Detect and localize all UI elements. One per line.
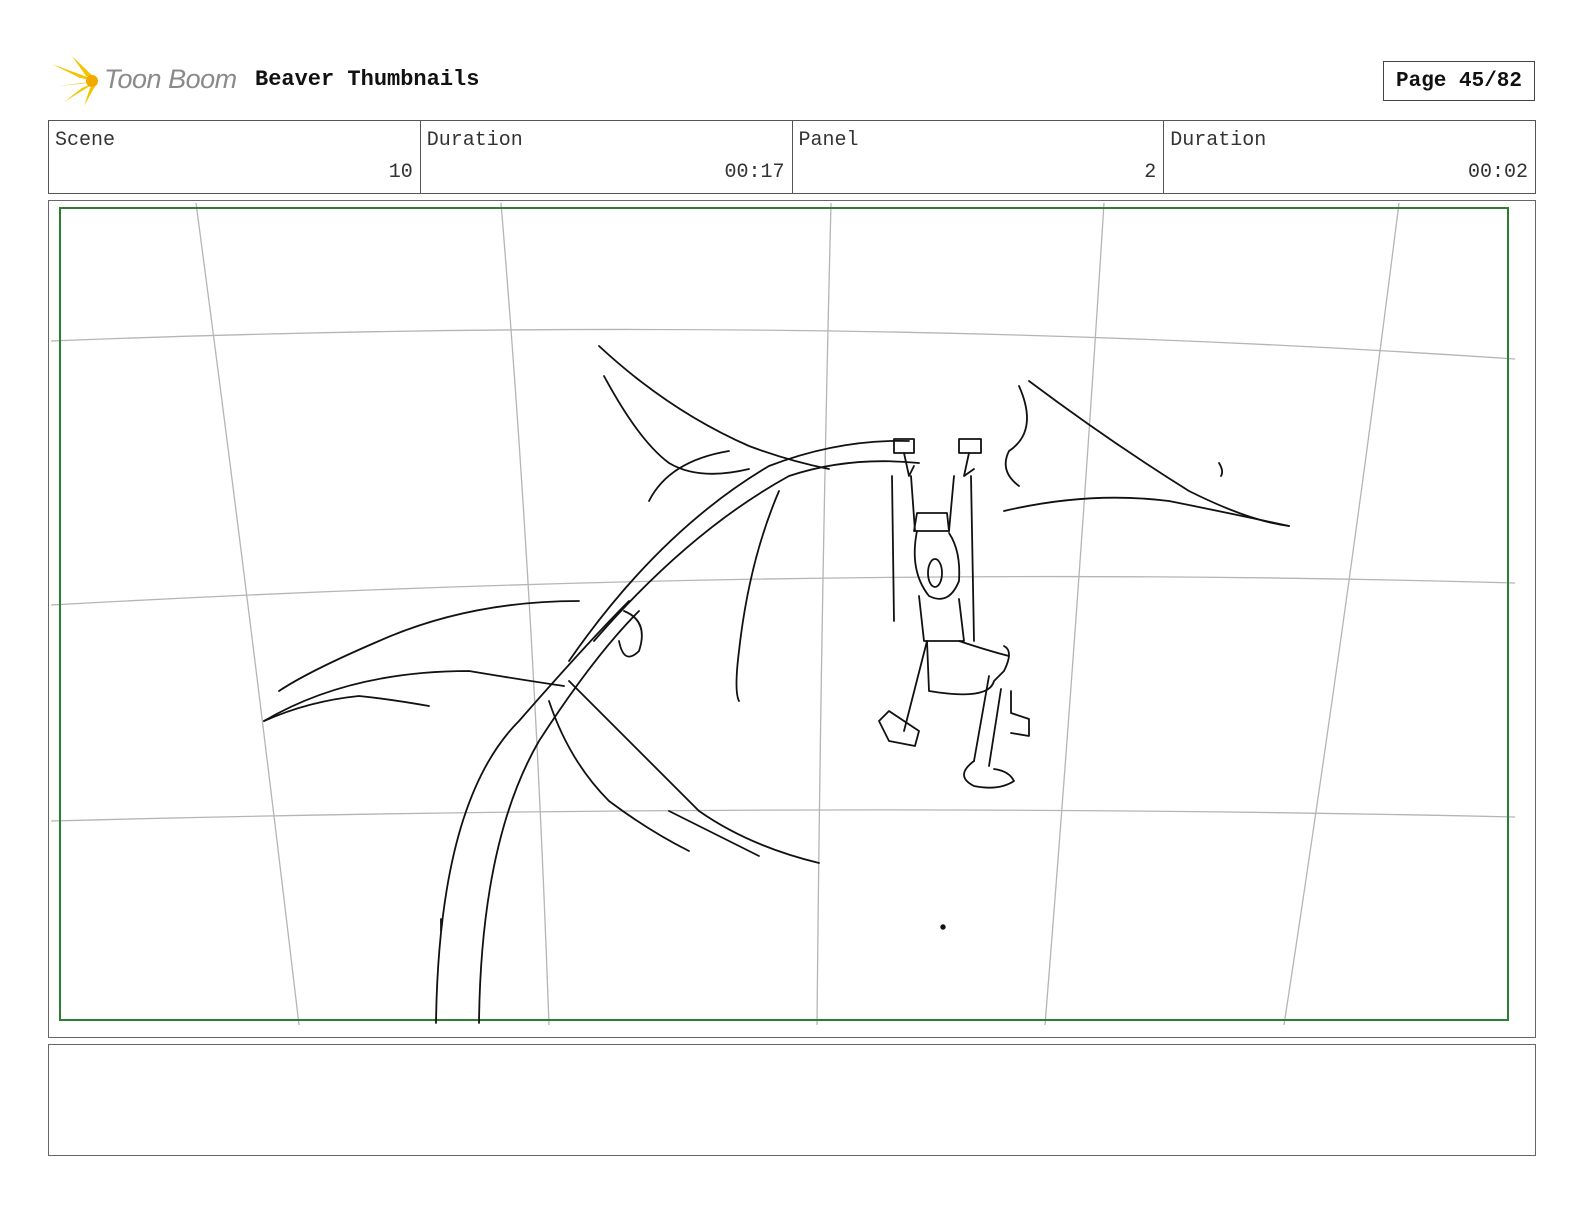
panel-duration-value: 00:02 [1467,161,1528,184]
perspective-grid [50,202,1516,1026]
brand-name: Toon Boom [104,64,237,94]
panel-sketch [50,202,1516,1026]
scene-value: 10 [388,161,413,184]
page-indicator: Page 45/82 [1383,61,1535,101]
panel-value: 2 [1144,161,1157,184]
panel-duration-cell: Duration 00:02 [1164,121,1535,193]
panel-duration-label: Duration [1170,129,1267,152]
scene-duration-cell: Duration 00:17 [421,121,793,193]
scene-cell: Scene 10 [49,121,421,193]
scene-duration-label: Duration [426,129,523,152]
panel-notes-box [48,1044,1536,1156]
scene-duration-value: 00:17 [724,161,785,184]
storyboard-panel [48,200,1536,1038]
panel-label: Panel [798,129,859,152]
sketch-drawing [263,345,1290,1024]
project-title: Beaver Thumbnails [255,67,480,92]
panel-info-row: Scene 10 Duration 00:17 Panel 2 Duration… [48,120,1536,194]
scene-label: Scene [55,129,116,152]
panel-cell: Panel 2 [793,121,1165,193]
